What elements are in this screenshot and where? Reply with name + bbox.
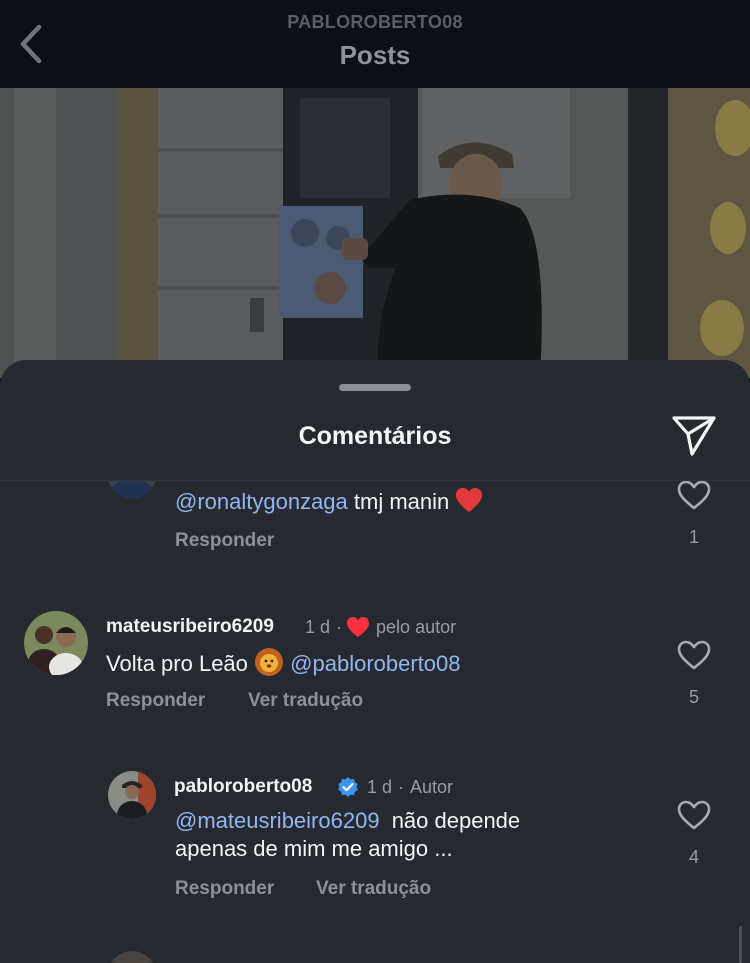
comment-body-line2: apenas de mim me amigo ... [175,836,453,861]
avatar[interactable] [24,611,88,675]
mention-link[interactable]: @pabloroberto08 [290,651,460,676]
reply-button[interactable]: Responder [175,878,274,900]
heart-outline-icon [677,640,711,670]
comments-sheet: Comentários @ronaltygonzaga tmj manin Re [0,360,750,963]
heart-outline-icon [677,481,711,510]
see-translation-button[interactable]: Ver tradução [316,878,431,900]
page-title: Posts [339,40,411,70]
comment-text: Volta pro Leão @pabloroberto08 [106,647,461,678]
comment-text: @ronaltygonzaga tmj manin [175,487,483,516]
share-button[interactable] [670,414,718,458]
comment-body: tmj manin [353,489,450,514]
comment-time: 1 d [367,776,393,797]
heart-outline-icon [677,800,711,830]
like-button[interactable] [677,639,711,671]
red-heart-emoji-icon [456,488,483,512]
verified-badge-icon [338,777,358,797]
like-button[interactable] [677,481,711,511]
avatar[interactable] [108,481,156,499]
comment-username[interactable]: pabloroberto08 [174,776,312,798]
mention-link[interactable]: @mateusribeiro6209 [175,808,380,833]
comment-time: 1 d [305,616,331,637]
avatar[interactable] [108,771,156,819]
comment-meta: 1 d · Autor [337,776,453,798]
sheet-drag-handle[interactable] [339,384,411,391]
lion-emoji-icon [255,648,284,676]
comment-body: não depende [391,808,521,833]
liked-by-author-label: pelo autor [376,616,457,637]
mention-link[interactable]: @ronaltygonzaga [175,489,348,514]
top-navigation-bar: PABLOROBERTO08 Posts [0,0,750,88]
sheet-title: Comentários [298,422,452,450]
comment-body: Volta pro Leão [106,651,248,676]
profile-username: PABLOROBERTO08 [287,12,463,32]
like-count: 4 [688,847,699,867]
reply-button[interactable]: Responder [175,530,274,552]
see-translation-button[interactable]: Ver tradução [248,690,363,712]
like-count: 5 [688,687,699,707]
comments-list[interactable]: @ronaltygonzaga tmj manin Responder 1 ma… [0,481,750,963]
like-button[interactable] [677,799,711,831]
comment-meta: 1 d · pelo autor [305,616,456,638]
comment-username[interactable]: mateusribeiro6209 [106,616,274,638]
heart-filled-icon [347,617,370,637]
like-count: 1 [688,527,699,547]
author-label: Autor [410,776,454,797]
comment-text: @mateusribeiro6209 não depende apenas de… [175,807,655,863]
reply-button[interactable]: Responder [106,690,205,712]
post-image [0,88,750,378]
scrollbar[interactable] [739,926,742,963]
meta-separator: · [336,616,343,637]
paper-plane-icon [672,416,716,456]
avatar[interactable] [108,951,156,963]
meta-separator: · [398,776,405,797]
